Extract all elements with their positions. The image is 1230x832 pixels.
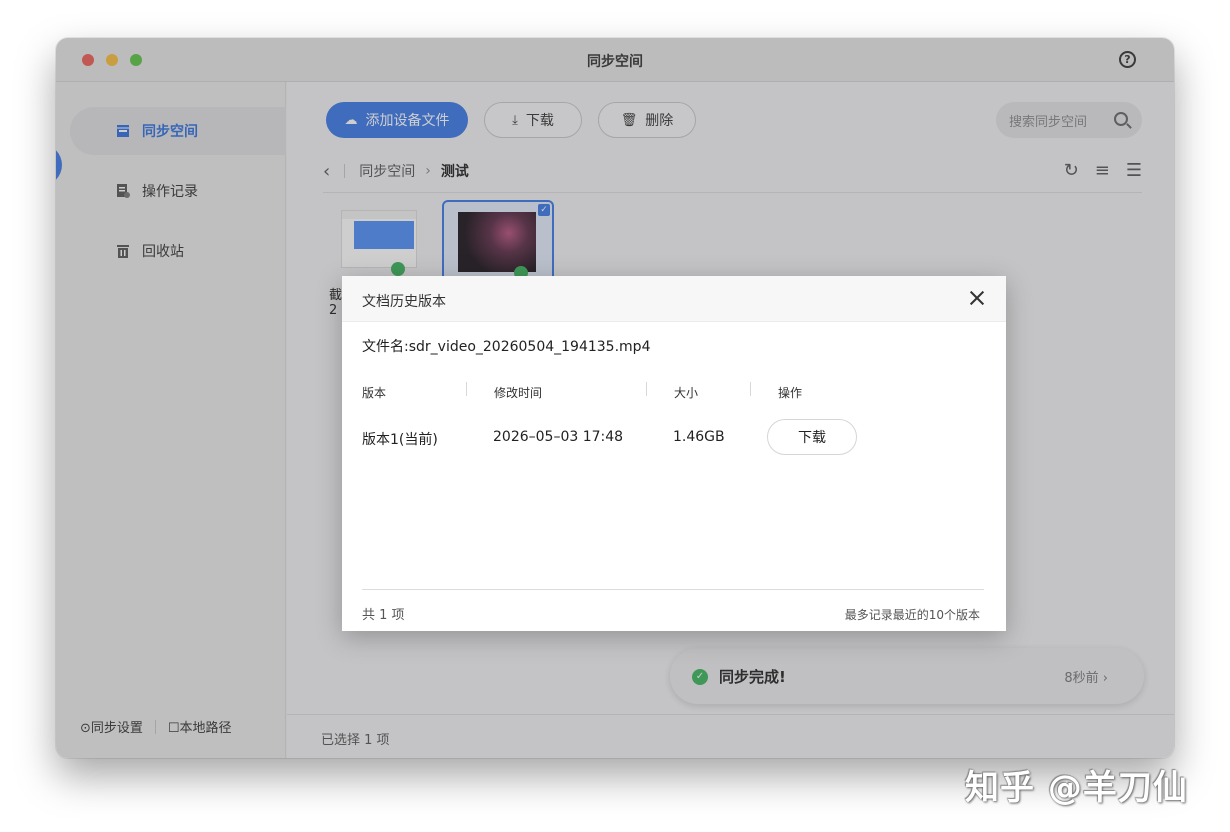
column-divider [750, 382, 751, 396]
column-divider [646, 382, 647, 396]
close-icon[interactable] [968, 289, 986, 307]
column-header-size: 大小 [674, 386, 699, 400]
version-history-dialog: 文档历史版本 文件名:sdr_video_20260504_194135.mp4… [342, 276, 1006, 631]
column-header-modified: 修改时间 [494, 386, 543, 400]
version-cell: 版本1(当前) [362, 432, 438, 448]
dialog-header: 文档历史版本 [342, 276, 1006, 322]
divider [362, 589, 984, 590]
watermark: 知乎 @羊刀仙 [965, 768, 1188, 808]
dialog-title: 文档历史版本 [362, 294, 446, 310]
file-name: 文件名:sdr_video_20260504_194135.mp4 [362, 339, 651, 355]
version-download-button[interactable]: 下载 [767, 419, 857, 455]
modified-cell: 2026–05–03 17:48 [493, 429, 624, 445]
item-count: 共 1 项 [362, 608, 405, 623]
column-header-version: 版本 [362, 386, 387, 400]
size-cell: 1.46GB [673, 429, 725, 445]
version-limit-note: 最多记录最近的10个版本 [844, 608, 980, 622]
column-header-action: 操作 [778, 386, 803, 400]
column-divider [466, 382, 467, 396]
